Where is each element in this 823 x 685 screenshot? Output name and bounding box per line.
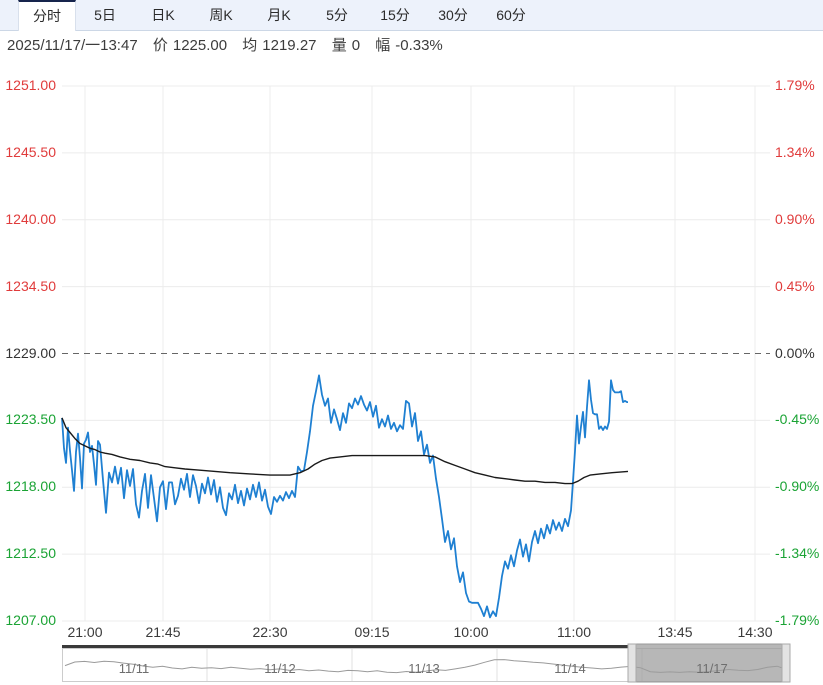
percent-tick-label: 1.34% — [775, 143, 815, 160]
time-tick-label: 14:30 — [737, 624, 773, 640]
time-tick-label: 21:45 — [145, 624, 181, 640]
percent-tick-label: 0.00% — [775, 344, 815, 361]
percent-tick-label: 0.45% — [775, 277, 815, 294]
percent-tick-label: -1.34% — [775, 545, 820, 562]
price-tick-label: 1223.50 — [5, 411, 56, 428]
price-axis: 1251.00 1245.50 1240.00 1234.50 1229.00 1223.… — [0, 0, 58, 685]
price-tick-label: 1240.00 — [5, 210, 56, 227]
price-tick-label: 1212.50 — [5, 545, 56, 562]
average-line — [61, 417, 629, 485]
percent-tick-label: -0.90% — [775, 478, 820, 495]
price-tick-label: 1234.50 — [5, 277, 56, 294]
time-tick-label: 21:00 — [67, 624, 103, 640]
chart-canvas — [61, 85, 791, 683]
percent-axis: 1.79% 1.34% 0.90% 0.45% 0.00% -0.45% -0.90% -1.… — [775, 0, 823, 685]
price-tick-label: 1229.00 — [5, 344, 56, 361]
percent-tick-label: 1.79% — [775, 77, 815, 93]
price-line — [61, 374, 628, 619]
time-axis: 21:00 21:45 22:30 09:15 10:00 11:00 13:45 14:30 — [0, 624, 823, 644]
time-tick-label: 10:00 — [453, 624, 489, 640]
price-tick-label: 1245.50 — [5, 143, 56, 160]
time-tick-label: 09:15 — [354, 624, 390, 640]
timeshare-chart-app: 分时 5日 日K 周K 月K 5分 15分 30分 60分 2025/11/17… — [0, 0, 823, 685]
percent-tick-label: -0.45% — [775, 411, 820, 428]
percent-tick-label: 0.90% — [775, 210, 815, 227]
time-tick-label: 22:30 — [252, 624, 288, 640]
price-tick-label: 1218.00 — [5, 478, 56, 495]
time-tick-label: 13:45 — [657, 624, 693, 640]
time-tick-label: 11:00 — [557, 624, 591, 640]
navigator-left-handle[interactable] — [627, 643, 637, 683]
price-tick-label: 1251.00 — [5, 77, 56, 93]
navigator-selection-window[interactable] — [627, 643, 791, 683]
